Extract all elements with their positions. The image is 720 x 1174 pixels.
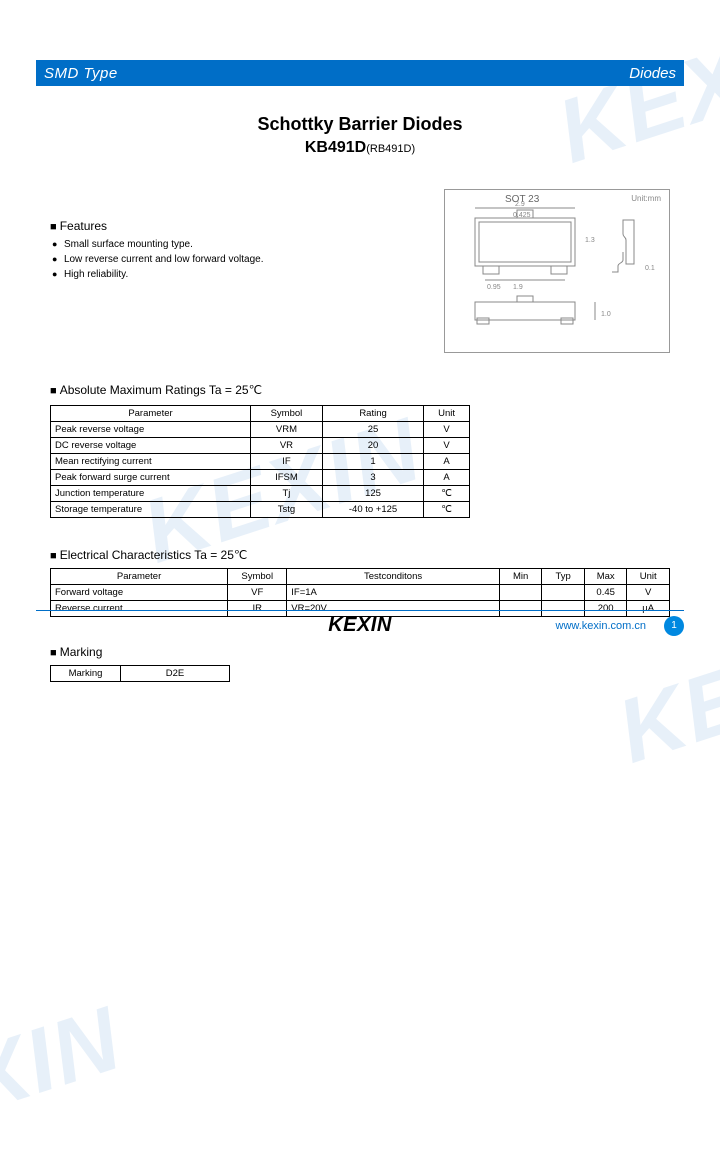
abs-max-table: Parameter Symbol Rating Unit Peak revers… xyxy=(50,405,470,518)
table-row: Peak reverse voltageVRM25V xyxy=(51,422,470,438)
cell-param: Peak reverse voltage xyxy=(51,422,251,438)
cell-typ xyxy=(542,585,585,601)
cell-sym: Tj xyxy=(251,486,323,502)
col-unit: Unit xyxy=(627,569,670,585)
header-left: SMD Type xyxy=(36,65,118,82)
table-row: Marking D2E xyxy=(51,666,230,682)
title-block: Schottky Barrier Diodes KB491D(RB491D) xyxy=(0,114,720,157)
feature-item: Small surface mounting type. xyxy=(52,239,444,250)
watermark: KEXIN xyxy=(0,987,134,1173)
part-main: KB491D xyxy=(305,139,366,156)
cell-sym: IFSM xyxy=(251,470,323,486)
cell-param: Mean rectifying current xyxy=(51,454,251,470)
marking-table: Marking D2E xyxy=(50,665,230,682)
table-row: Peak forward surge currentIFSM3A xyxy=(51,470,470,486)
table-row: Mean rectifying currentIF1A xyxy=(51,454,470,470)
page-number-badge: 1 xyxy=(664,616,684,636)
part-equiv: (RB491D) xyxy=(366,143,415,155)
package-drawing: SOT 23 Unit:mm xyxy=(444,189,670,353)
col-typ: Typ xyxy=(542,569,585,585)
cell-unit: A xyxy=(424,470,470,486)
feature-item: High reliability. xyxy=(52,269,444,280)
dim-body-w: 2.9 xyxy=(515,201,525,208)
part-number: KB491D(RB491D) xyxy=(0,139,720,157)
doc-title: Schottky Barrier Diodes xyxy=(0,114,720,135)
col-rating: Rating xyxy=(322,406,423,422)
elec-heading: Electrical Characteristics Ta = 25℃ xyxy=(50,548,670,562)
cell-unit: A xyxy=(424,454,470,470)
dim-h: 1.0 xyxy=(601,311,611,318)
cell-sym: VRM xyxy=(251,422,323,438)
col-parameter: Parameter xyxy=(51,569,228,585)
cell-sym: Tstg xyxy=(251,502,323,518)
cell-marking-label: Marking xyxy=(51,666,121,682)
cell-param: Junction temperature xyxy=(51,486,251,502)
header-bar: SMD Type Diodes xyxy=(36,60,684,86)
cell-sym: IF xyxy=(251,454,323,470)
cell-sym: VR xyxy=(251,438,323,454)
features-row: Features Small surface mounting type. Lo… xyxy=(50,219,670,353)
header-right: Diodes xyxy=(629,65,684,82)
dim-lead-pitch: 1.9 xyxy=(513,284,523,291)
cell-rating: 1 xyxy=(322,454,423,470)
footer-url: www.kexin.com.cn xyxy=(556,620,646,632)
cell-param: Forward voltage xyxy=(51,585,228,601)
cell-unit: ℃ xyxy=(424,486,470,502)
col-max: Max xyxy=(584,569,627,585)
col-symbol: Symbol xyxy=(251,406,323,422)
cell-max: 0.45 xyxy=(584,585,627,601)
col-testcond: Testconditons xyxy=(287,569,500,585)
dim-lead-w: 0.95 xyxy=(487,284,501,291)
cell-marking-code: D2E xyxy=(121,666,230,682)
cell-rating: 125 xyxy=(322,486,423,502)
cell-unit: V xyxy=(424,438,470,454)
feature-item: Low reverse current and low forward volt… xyxy=(52,254,444,265)
col-unit: Unit xyxy=(424,406,470,422)
table-row: Storage temperatureTstg-40 to +125℃ xyxy=(51,502,470,518)
cell-cond: IF=1A xyxy=(287,585,500,601)
dim-body-w2: 0.425 xyxy=(513,212,531,219)
cell-rating: -40 to +125 xyxy=(322,502,423,518)
package-svg-icon: 2.9 0.425 1.9 0.95 0.1 1.0 1.3 xyxy=(445,190,671,354)
brand-logo: KEXIN xyxy=(328,614,392,637)
dim-side-w: 0.1 xyxy=(645,265,655,272)
abs-max-section: Absolute Maximum Ratings Ta = 25℃ Parame… xyxy=(50,383,670,518)
cell-rating: 3 xyxy=(322,470,423,486)
elec-section: Electrical Characteristics Ta = 25℃ Para… xyxy=(50,548,670,617)
cell-param: Peak forward surge current xyxy=(51,470,251,486)
table-row: Junction temperatureTj125℃ xyxy=(51,486,470,502)
cell-unit: V xyxy=(424,422,470,438)
table-header-row: Parameter Symbol Rating Unit xyxy=(51,406,470,422)
col-min: Min xyxy=(499,569,542,585)
col-parameter: Parameter xyxy=(51,406,251,422)
cell-rating: 20 xyxy=(322,438,423,454)
dim-h2: 1.3 xyxy=(585,237,595,244)
marking-heading: Marking xyxy=(50,645,670,659)
cell-param: Storage temperature xyxy=(51,502,251,518)
cell-min xyxy=(499,585,542,601)
table-row: Forward voltage VF IF=1A 0.45 V xyxy=(51,585,670,601)
table-header-row: Parameter Symbol Testconditons Min Typ M… xyxy=(51,569,670,585)
cell-sym: VF xyxy=(228,585,287,601)
abs-max-heading: Absolute Maximum Ratings Ta = 25℃ xyxy=(50,383,670,397)
cell-rating: 25 xyxy=(322,422,423,438)
features-heading: Features xyxy=(50,219,444,233)
cell-unit: ℃ xyxy=(424,502,470,518)
table-row: DC reverse voltageVR20V xyxy=(51,438,470,454)
col-symbol: Symbol xyxy=(228,569,287,585)
marking-section: Marking Marking D2E xyxy=(50,645,670,682)
cell-param: DC reverse voltage xyxy=(51,438,251,454)
footer-bar: KEXIN www.kexin.com.cn 1 xyxy=(36,610,684,640)
cell-unit: V xyxy=(627,585,670,601)
